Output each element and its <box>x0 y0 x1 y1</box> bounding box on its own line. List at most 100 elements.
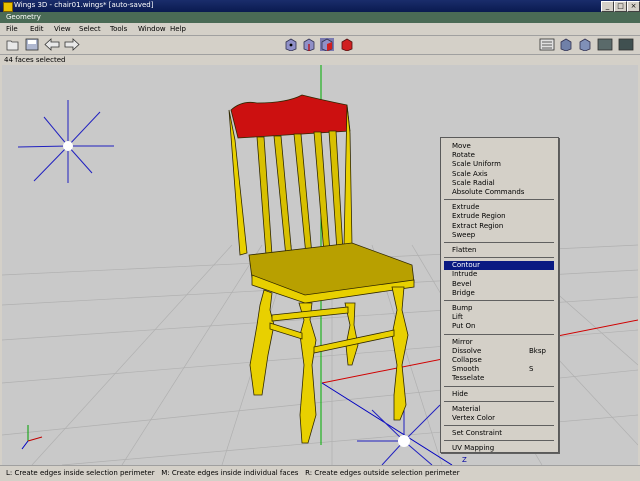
ground-plane-icon[interactable] <box>597 38 613 51</box>
menu-item-label: Sweep <box>452 230 476 239</box>
menu-item-label: Intrude <box>452 270 478 279</box>
menu-item-sweep[interactable]: Sweep <box>444 231 554 240</box>
toolbar <box>0 36 640 55</box>
window-title: Wings 3D - chair01.wings* [auto-saved] <box>14 1 154 9</box>
menu-item-label: UV Mapping <box>452 444 495 453</box>
menu-separator <box>444 242 554 243</box>
menu-item-label: Put On <box>452 322 476 331</box>
menu-item-put-on[interactable]: Put On <box>444 322 554 331</box>
menu-item-label: Extrude Region <box>452 212 506 221</box>
menu-separator <box>444 440 554 442</box>
menu-item-label: Bump <box>452 304 473 312</box>
menu-item-label: Smooth <box>452 365 480 374</box>
menu-item-label: Move <box>452 142 471 150</box>
menu-view[interactable]: View <box>54 25 71 33</box>
face-context-menu: Move Rotate Scale Uniform Scale Axis Scale R… <box>440 137 559 453</box>
menu-item-shortcut: Bksp <box>529 346 546 355</box>
close-button[interactable]: × <box>627 1 640 12</box>
menu-edit[interactable]: Edit <box>30 25 44 33</box>
menu-item-contour[interactable]: Contour <box>444 261 554 271</box>
menu-item-label: Vertex Color <box>452 414 496 422</box>
menu-item-set-constraint[interactable]: Set Constraint <box>444 429 554 438</box>
menu-item-extrude[interactable]: Extrude <box>444 203 554 212</box>
minimize-button[interactable]: _ <box>601 1 614 12</box>
menu-item-hide[interactable]: Hide <box>444 390 554 399</box>
axis-gizmo <box>21 425 43 450</box>
open-file-icon[interactable] <box>6 38 20 51</box>
geometry-bar: Geometry <box>0 12 640 23</box>
menu-item-move[interactable]: Move <box>444 142 554 151</box>
selection-status: 44 faces selected <box>0 55 640 65</box>
menu-item-label: Hide <box>452 389 468 398</box>
wings-app-icon <box>3 2 13 12</box>
menu-item-flatten[interactable]: Flatten <box>444 246 554 255</box>
menu-separator <box>444 257 554 259</box>
menu-item-label: Flatten <box>452 246 477 254</box>
menu-item-dissolve[interactable]: Dissolve Bksp <box>444 347 554 356</box>
menu-item-label: Absolute Commands <box>452 188 525 196</box>
z-axis-label: Z <box>462 456 467 464</box>
menu-item-label: Tesselate <box>452 374 485 383</box>
menu-item-label: Set Constraint <box>452 429 503 438</box>
menu-item-bump[interactable]: Bump <box>444 304 554 313</box>
vertex-mode-icon[interactable] <box>284 38 298 52</box>
face-mode-icon[interactable] <box>320 38 334 52</box>
menu-item-collapse[interactable]: Collapse <box>444 356 554 365</box>
menu-window[interactable]: Window <box>138 25 166 33</box>
orthographic-icon[interactable] <box>539 38 555 51</box>
title-bar: Wings 3D - chair01.wings* [auto-saved] _… <box>0 0 640 12</box>
menu-item-absolute-commands[interactable]: Absolute Commands <box>444 188 554 197</box>
menu-item-tesselate[interactable]: Tesselate <box>444 374 554 383</box>
menu-item-smooth[interactable]: Smooth S <box>444 365 554 374</box>
menu-tools[interactable]: Tools <box>110 25 127 33</box>
menu-item-extrude-region[interactable]: Extrude Region <box>444 212 554 221</box>
geometry-label: Geometry <box>6 13 41 21</box>
menu-separator <box>444 425 554 427</box>
menu-item-intrude[interactable]: Intrude <box>444 270 554 279</box>
menu-item-scale-axis[interactable]: Scale Axis <box>444 170 554 179</box>
menu-separator <box>444 199 554 201</box>
maximize-button[interactable]: □ <box>614 1 627 12</box>
menu-item-mirror[interactable]: Mirror <box>444 338 554 347</box>
menu-item-bevel[interactable]: Bevel <box>444 280 554 289</box>
menu-select[interactable]: Select <box>79 25 101 33</box>
menu-item-shortcut: S <box>529 365 534 374</box>
edge-mode-icon[interactable] <box>302 38 316 52</box>
menu-item-label: Scale Uniform <box>452 160 501 169</box>
undo-arrow-icon[interactable] <box>44 38 60 51</box>
menu-item-lift[interactable]: Lift <box>444 313 554 322</box>
save-icon[interactable] <box>25 38 39 51</box>
menu-item-label: Bridge <box>452 288 475 297</box>
menu-separator <box>444 300 554 301</box>
menu-item-uv-mapping[interactable]: UV Mapping <box>444 444 554 453</box>
hint-bar: L: Create edges inside selection perimet… <box>0 465 640 481</box>
menu-item-label: Scale Radial <box>452 178 495 187</box>
menu-item-scale-radial[interactable]: Scale Radial <box>444 179 554 188</box>
menu-item-rotate[interactable]: Rotate <box>444 151 554 160</box>
menu-item-label: Material <box>452 404 481 413</box>
menu-separator <box>444 385 554 387</box>
body-mode-icon[interactable] <box>340 38 354 52</box>
mouse-hint-text: L: Create edges inside selection perimet… <box>6 469 460 477</box>
axes-icon[interactable] <box>618 38 634 51</box>
menu-separator <box>444 400 554 402</box>
menu-item-bridge[interactable]: Bridge <box>444 289 554 298</box>
redo-arrow-icon[interactable] <box>64 38 80 51</box>
menu-item-label: Contour <box>452 261 480 270</box>
menu-item-vertex-color[interactable]: Vertex Color <box>444 414 554 423</box>
menu-item-label: Rotate <box>452 151 475 160</box>
smooth-shade-icon[interactable] <box>559 38 573 52</box>
menu-item-material[interactable]: Material <box>444 405 554 414</box>
light-top-left <box>17 100 114 183</box>
menu-item-label: Extract Region <box>452 221 504 230</box>
menu-file[interactable]: File <box>6 25 18 33</box>
menu-item-label: Collapse <box>452 356 482 364</box>
menu-item-label: Dissolve <box>452 346 482 355</box>
menu-item-scale-uniform[interactable]: Scale Uniform <box>444 160 554 169</box>
menu-item-label: Mirror <box>452 337 473 346</box>
wireframe-icon[interactable] <box>578 38 592 52</box>
selection-count: 44 faces selected <box>4 56 66 64</box>
menu-help[interactable]: Help <box>170 25 186 33</box>
menu-item-extract-region[interactable]: Extract Region <box>444 222 554 231</box>
menu-item-label: Bevel <box>452 279 472 288</box>
